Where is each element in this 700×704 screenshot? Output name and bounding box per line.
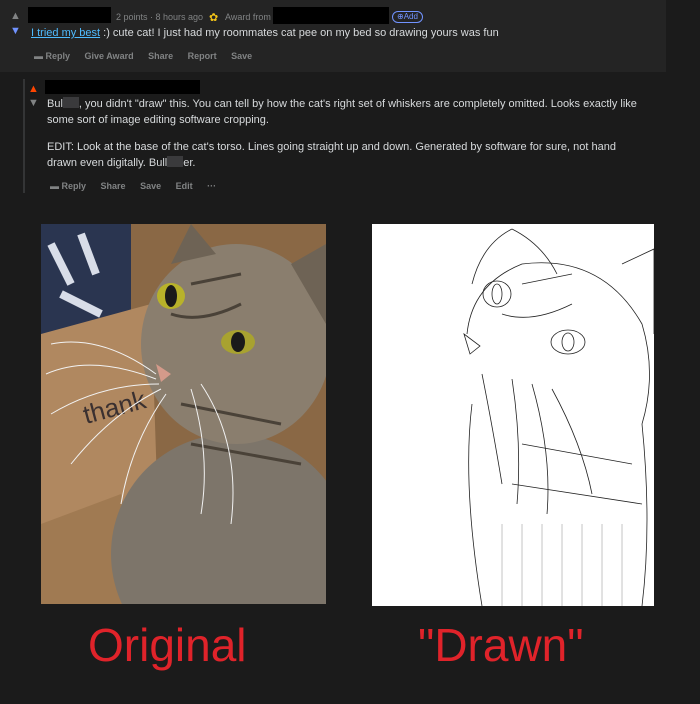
comment-text: :) cute cat! I just had my roommates cat… bbox=[103, 27, 499, 39]
share-button[interactable]: Share bbox=[148, 51, 173, 61]
edit-text: EDIT: Look at the base of the cat's tors… bbox=[47, 141, 616, 169]
censored-box bbox=[62, 97, 79, 108]
reply-text-start: Bul bbox=[47, 98, 63, 110]
more-options-button[interactable]: ··· bbox=[207, 181, 216, 191]
original-cat-photo: thank bbox=[41, 224, 326, 604]
report-button[interactable]: Report bbox=[188, 51, 217, 61]
save-button[interactable]: Save bbox=[231, 51, 252, 61]
comment-body: I tried my best :) cute cat! I just had … bbox=[31, 25, 499, 41]
reply-actions: ▬ Reply Share Save Edit ··· bbox=[50, 181, 228, 191]
give-award-button[interactable]: Give Award bbox=[85, 51, 134, 61]
censored-box bbox=[167, 156, 184, 167]
downvote-arrow-icon[interactable]: ▼ bbox=[28, 98, 39, 109]
redacted-username bbox=[45, 80, 200, 94]
reply-paragraph-2: EDIT: Look at the base of the cat's tors… bbox=[47, 139, 647, 171]
reply-text-rest: , you didn't "draw" this. You can tell b… bbox=[47, 98, 637, 126]
original-label: Original bbox=[88, 619, 247, 671]
share-button[interactable]: Share bbox=[101, 181, 126, 191]
drawn-label: "Drawn" bbox=[418, 619, 584, 671]
reply-button[interactable]: ▬ Reply bbox=[34, 51, 70, 61]
edit-text-end: er. bbox=[183, 157, 196, 169]
reply-paragraph-1: Bul, you didn't "draw" this. You can tel… bbox=[47, 96, 647, 128]
award-label: Award from bbox=[225, 12, 271, 22]
downvote-arrow-icon[interactable]: ▼ bbox=[10, 26, 21, 37]
redacted-award-name bbox=[273, 7, 389, 24]
drawn-cat-sketch bbox=[372, 224, 654, 606]
user-flair: I tried my best bbox=[31, 27, 101, 39]
edit-button[interactable]: Edit bbox=[176, 181, 193, 191]
redacted-username bbox=[28, 7, 111, 23]
comment-actions: ▬ Reply Give Award Share Report Save bbox=[34, 51, 264, 61]
thread-line[interactable] bbox=[23, 79, 25, 193]
reply-button[interactable]: ▬ Reply bbox=[50, 181, 86, 191]
comment-meta: 2 points · 8 hours ago bbox=[116, 12, 204, 22]
save-button[interactable]: Save bbox=[140, 181, 161, 191]
add-award-button[interactable]: ⊕Add bbox=[392, 11, 423, 23]
award-icon: ✿ bbox=[209, 12, 219, 24]
upvote-arrow-icon[interactable]: ▲ bbox=[28, 84, 39, 95]
upvote-arrow-icon[interactable]: ▲ bbox=[10, 11, 21, 22]
